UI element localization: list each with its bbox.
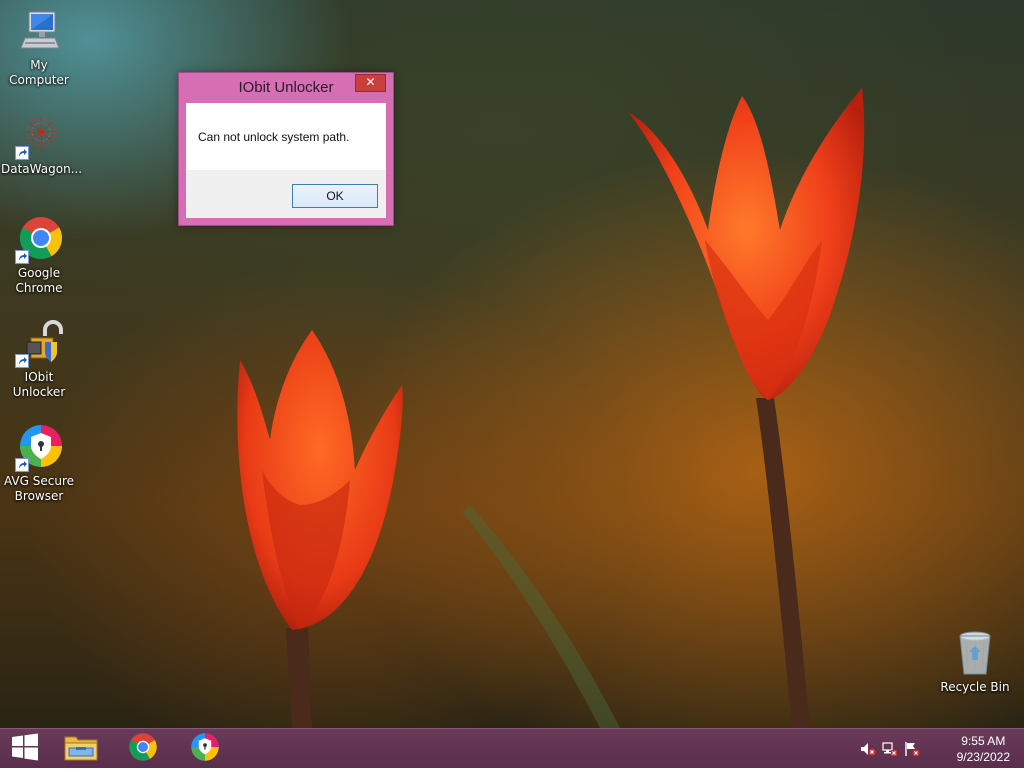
desktop-icon-google-chrome[interactable]: Google Chrome [1,216,77,296]
shortcut-arrow-icon [15,354,29,368]
computer-icon [15,8,63,56]
taskbar-avg-secure-browser[interactable] [180,729,230,769]
iobit-unlocker-icon [15,320,63,368]
dialog-message: Can not unlock system path. [198,130,350,144]
google-chrome-icon [128,732,158,766]
datawagon-icon [15,112,63,160]
desktop-icon-datawagon[interactable]: DataWagon... [1,112,83,177]
desktop-icon-label: My Computer [9,58,69,87]
dialog-client-area: Can not unlock system path. OK [186,103,386,218]
file-explorer-icon [64,732,98,766]
wallpaper-tulips [237,88,865,728]
taskbar: 9:55 AM 9/23/2022 [0,728,1024,768]
taskbar-google-chrome[interactable] [118,729,168,769]
desktop-icon-recycle-bin[interactable]: Recycle Bin [937,630,1013,695]
desktop-icon-avg-secure-browser[interactable]: AVG Secure Browser [1,424,77,504]
network-icon[interactable] [882,741,898,757]
shortcut-arrow-icon [15,458,29,472]
clock-date: 9/23/2022 [956,750,1010,764]
taskbar-file-explorer[interactable] [56,729,106,769]
iobit-unlocker-dialog: IObit Unlocker ✕ Can not unlock system p… [178,72,394,226]
desktop-icon-label: IObit Unlocker [12,370,66,399]
clock-time: 9:55 AM [961,734,1006,748]
desktop-icon-label: AVG Secure Browser [3,474,75,503]
desktop-icon-label: Google Chrome [15,266,63,295]
start-button[interactable] [0,729,50,769]
recycle-bin-icon [951,630,999,678]
google-chrome-icon [15,216,63,264]
system-tray: 9:55 AM 9/23/2022 [854,729,1024,769]
desktop-icon-iobit-unlocker[interactable]: IObit Unlocker [1,320,77,400]
windows-logo-icon [11,733,39,765]
shortcut-arrow-icon [15,146,29,160]
desktop-icon-label: DataWagon... [1,162,83,176]
dialog-close-button[interactable]: ✕ [355,74,386,92]
shortcut-arrow-icon [15,250,29,264]
dialog-titlebar[interactable]: IObit Unlocker ✕ [179,73,393,101]
avg-secure-browser-icon [15,424,63,472]
dialog-message-area: Can not unlock system path. [186,103,386,170]
ok-button[interactable]: OK [292,184,378,208]
desktop-icon-my-computer[interactable]: My Computer [1,8,77,88]
action-center-flag-icon[interactable] [904,741,920,757]
desktop-icon-label: Recycle Bin [940,680,1010,694]
taskbar-clock[interactable]: 9:55 AM 9/23/2022 [957,733,1010,765]
avg-secure-browser-icon [190,732,220,766]
desktop: My Computer DataWagon... Google Chrome I… [0,0,1024,728]
volume-muted-icon[interactable] [860,741,876,757]
